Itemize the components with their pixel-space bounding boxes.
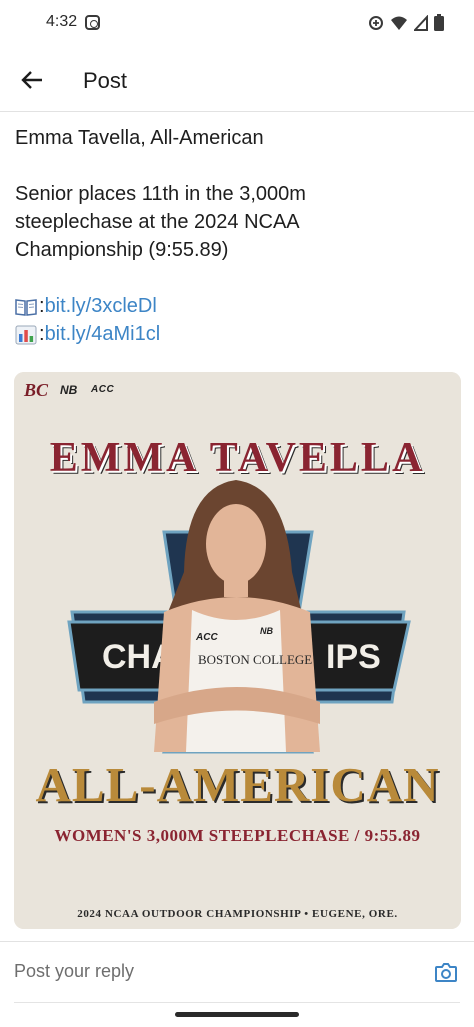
jersey-nb-text: NB (260, 626, 273, 636)
camera-button[interactable] (432, 958, 460, 986)
post-title-line: Emma Tavella, All-American (15, 127, 264, 149)
link-line-results: : bit.ly/4aMi1cl (15, 320, 455, 348)
instagram-icon (85, 15, 100, 30)
meet-info: 2024 NCAA OUTDOOR CHAMPIONSHIP • EUGENE,… (77, 908, 398, 920)
status-time: 4:32 (46, 13, 78, 30)
award-title: ALL-AMERICAN (35, 757, 440, 812)
athlete-name: EMMA TAVELLA (49, 435, 426, 481)
wifi-icon (391, 16, 407, 30)
book-emoji-icon (15, 299, 37, 316)
post-body: Emma Tavella, All-American Senior places… (15, 124, 455, 348)
acc-logo: ACC (91, 384, 115, 395)
status-bar: 4:32 (0, 0, 474, 48)
bc-logo: BC (24, 380, 49, 400)
results-link[interactable]: bit.ly/4aMi1cl (45, 320, 161, 348)
reply-divider (14, 1002, 460, 1003)
reply-bar: Post your reply (0, 941, 474, 1003)
page-title: Post (83, 68, 128, 93)
post-body-line: Championship (9:55.89) (15, 239, 229, 261)
banner-right-text: IPS (326, 638, 381, 676)
camera-icon (435, 963, 457, 982)
post-image[interactable]: CHA IPS ACC NB BOSTON COLLEGE BC NB ACC … (14, 372, 461, 929)
article-link[interactable]: bit.ly/3xcleDl (45, 292, 157, 320)
link-line-article: : bit.ly/3xcleDl (15, 292, 455, 320)
jersey-school-text: BOSTON COLLEGE (198, 652, 312, 667)
jersey-acc-text: ACC (195, 632, 218, 643)
app-bar: Post (0, 48, 474, 112)
event-result: WOMEN'S 3,000M STEEPLECHASE / 9:55.89 (54, 826, 421, 845)
new-balance-logo: NB (60, 383, 78, 397)
status-icons (368, 14, 444, 31)
battery-icon (434, 14, 444, 31)
gesture-handle[interactable] (175, 1012, 299, 1017)
bar-chart-emoji-icon (15, 325, 37, 345)
signal-icon (414, 14, 428, 31)
post-body-line: steeplechase at the 2024 NCAA (15, 211, 300, 233)
data-saver-icon (369, 15, 383, 30)
post-body-line: Senior places 11th in the 3,000m (15, 183, 306, 205)
arrow-left-icon (21, 71, 42, 89)
back-button[interactable] (12, 60, 52, 100)
reply-input[interactable]: Post your reply (14, 961, 134, 982)
